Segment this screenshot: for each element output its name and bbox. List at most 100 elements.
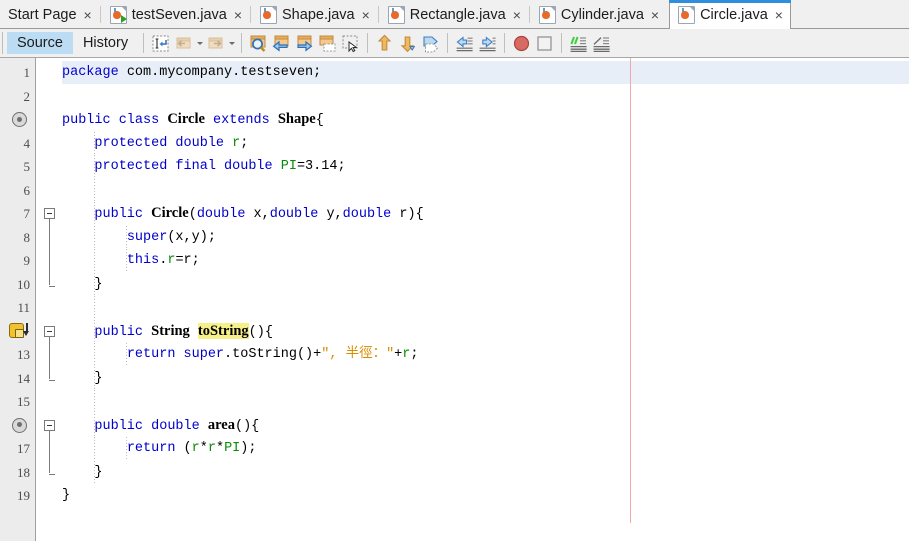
- editor-tab-label: Cylinder.java: [560, 7, 644, 23]
- code-line[interactable]: public String toString(){: [62, 320, 273, 344]
- code-token: this: [126, 253, 160, 268]
- next-bookmark-icon[interactable]: [396, 32, 419, 55]
- line-number: 8: [23, 229, 31, 245]
- code-token: }: [62, 276, 103, 292]
- code-token: r: [191, 441, 200, 456]
- editor-tab-cylinder-java[interactable]: Cylinder.java ×: [530, 1, 667, 29]
- back-icon[interactable]: [172, 32, 195, 55]
- code-token: ;: [240, 135, 249, 151]
- tab-history[interactable]: History: [73, 32, 138, 54]
- toggle-bookmark-icon[interactable]: [419, 32, 442, 55]
- code-line[interactable]: public class Circle extends Shape{: [62, 108, 324, 132]
- last-edit-position-icon[interactable]: [149, 32, 172, 55]
- toggle-rectangular-selection-icon[interactable]: [339, 32, 362, 55]
- right-margin-guide: [630, 58, 631, 523]
- java-file-icon: [538, 6, 556, 24]
- fold-collapse-toggle[interactable]: [44, 325, 55, 337]
- fold-collapse-toggle[interactable]: [44, 208, 55, 219]
- java-run-file-icon: [109, 6, 127, 24]
- editor-tab-rectangle-java[interactable]: Rectangle.java ×: [379, 1, 528, 29]
- overridden-icon[interactable]: [7, 108, 31, 132]
- line-number: 13: [17, 347, 30, 362]
- code-line[interactable]: return super.toString()+", 半徑："+r;: [62, 343, 419, 367]
- code-line[interactable]: public double area(){: [62, 414, 259, 438]
- stop-icon[interactable]: [533, 32, 556, 55]
- java-file-icon: [260, 6, 278, 24]
- tab-close-icon[interactable]: ×: [775, 8, 783, 22]
- line-number: 18: [17, 464, 30, 480]
- code-line[interactable]: public Circle(double x,double y,double r…: [62, 202, 424, 226]
- tab-close-icon[interactable]: ×: [84, 8, 92, 22]
- tab-separator: [528, 6, 530, 23]
- shift-right-icon[interactable]: [476, 32, 499, 55]
- editor-tab-circle-java[interactable]: Circle.java ×: [669, 0, 791, 29]
- tab-source-label: Source: [17, 35, 63, 51]
- editor-tab-label: Circle.java: [700, 6, 768, 23]
- code-line[interactable]: }: [62, 484, 70, 508]
- line-number: 9: [23, 253, 31, 268]
- tab-history-label: History: [82, 35, 129, 51]
- code-token: }: [62, 370, 103, 386]
- tab-close-icon[interactable]: ×: [651, 8, 659, 22]
- code-token: area: [207, 416, 235, 433]
- code-token: {: [315, 113, 324, 128]
- code-token: r){: [391, 207, 424, 222]
- code-line[interactable]: return (r*r*PI);: [62, 437, 257, 461]
- code-line[interactable]: package com.mycompany.testseven;: [62, 61, 321, 85]
- code-token: (: [175, 441, 192, 456]
- fold-guide-line: [49, 437, 50, 461]
- editor-tab-label: Start Page: [8, 7, 77, 23]
- fold-collapse-toggle[interactable]: [44, 419, 55, 431]
- toggle-highlight-icon[interactable]: [316, 32, 339, 55]
- find-previous-icon[interactable]: [270, 32, 293, 55]
- shift-left-icon[interactable]: [453, 32, 476, 55]
- code-line[interactable]: }: [62, 367, 103, 391]
- editor-tab-start-page[interactable]: Start Page ×: [0, 1, 99, 29]
- tab-close-icon[interactable]: ×: [362, 8, 370, 22]
- find-next-icon[interactable]: [293, 32, 316, 55]
- previous-bookmark-icon[interactable]: [373, 32, 396, 55]
- code-line[interactable]: }: [62, 273, 103, 297]
- code-line[interactable]: protected final double PI=3.14;: [62, 155, 345, 179]
- code-token: public class: [62, 113, 168, 128]
- toolbar-separator: [367, 33, 369, 53]
- code-fold-column[interactable]: [36, 58, 62, 541]
- code-line[interactable]: protected double r;: [62, 132, 248, 156]
- find-selection-icon[interactable]: [247, 32, 270, 55]
- editor-tab-testseven-java[interactable]: testSeven.java ×: [101, 1, 250, 29]
- back-dropdown-caret-icon[interactable]: [195, 32, 204, 55]
- comment-icon[interactable]: [567, 32, 590, 55]
- uncomment-icon[interactable]: [590, 32, 613, 55]
- overridden-icon[interactable]: [7, 414, 31, 438]
- code-line[interactable]: }: [62, 461, 102, 485]
- toolbar-separator: [241, 33, 243, 53]
- code-token: PI: [280, 159, 297, 174]
- forward-dropdown-caret-icon[interactable]: [227, 32, 236, 55]
- toggle-breakpoint-icon[interactable]: [510, 32, 533, 55]
- line-number-gutter[interactable]: 1 2 4 5 6 7 8 9 10 11 13 14 15 17 18 19: [0, 58, 36, 541]
- code-line[interactable]: this.r=r;: [62, 249, 200, 273]
- editor-tab-shape-java[interactable]: Shape.java ×: [252, 1, 377, 29]
- code-text-layer[interactable]: package com.mycompany.testseven; public c…: [0, 58, 909, 541]
- code-line[interactable]: super(x,y);: [62, 226, 216, 250]
- tab-separator: [250, 6, 252, 23]
- warning-overrides-icon[interactable]: [7, 320, 31, 344]
- code-editor-area[interactable]: package com.mycompany.testseven; public c…: [0, 58, 909, 541]
- code-token: r: [207, 441, 216, 456]
- forward-icon[interactable]: [204, 32, 227, 55]
- line-number: 14: [17, 370, 30, 386]
- tab-source[interactable]: Source: [7, 32, 73, 54]
- code-token: Shape: [277, 111, 316, 127]
- code-token: double: [196, 207, 246, 222]
- fold-guide-line: [49, 366, 50, 380]
- tab-close-icon[interactable]: ×: [513, 8, 521, 22]
- indent-guide: [93, 296, 95, 320]
- code-token: (){: [234, 418, 260, 434]
- code-token: Circle: [151, 205, 189, 221]
- tab-close-icon[interactable]: ×: [234, 8, 242, 22]
